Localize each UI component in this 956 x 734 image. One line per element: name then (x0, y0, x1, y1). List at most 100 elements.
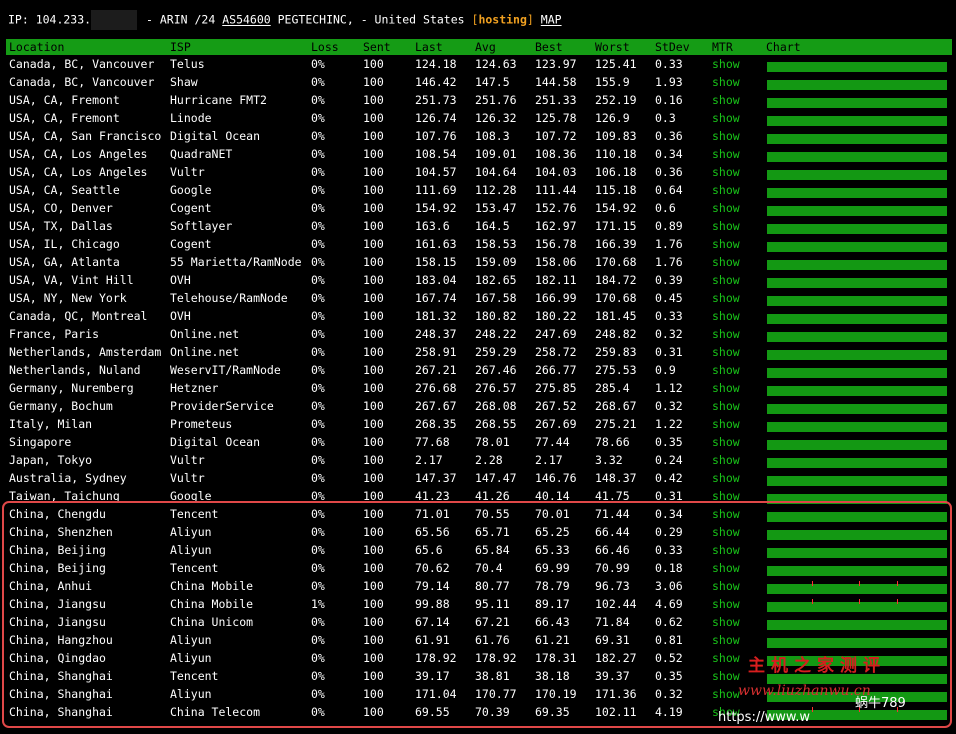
latency-chart-bar (767, 98, 947, 108)
latency-chart-bar (767, 581, 947, 594)
latency-chart-bar (767, 62, 947, 72)
row-isp: China Telecom (170, 705, 261, 719)
chart-spike-mark (897, 581, 898, 586)
row-sent: 100 (363, 615, 384, 629)
show-mtr-link[interactable]: show (712, 541, 740, 559)
show-mtr-link[interactable]: show (712, 613, 740, 631)
show-mtr-link[interactable]: show (712, 523, 740, 541)
row-stdev: 0.81 (655, 633, 683, 647)
row-best: 89.17 (535, 597, 570, 611)
show-mtr-link[interactable]: show (712, 235, 740, 253)
show-mtr-link[interactable]: show (712, 199, 740, 217)
show-mtr-link[interactable]: show (712, 307, 740, 325)
show-mtr-link[interactable]: show (712, 91, 740, 109)
row-last: 276.68 (415, 381, 457, 395)
show-mtr-link[interactable]: show (712, 325, 740, 343)
show-mtr-link[interactable]: show (712, 631, 740, 649)
show-mtr-link[interactable]: show (712, 487, 740, 505)
show-mtr-link[interactable]: show (712, 73, 740, 91)
row-isp: ProviderService (170, 399, 274, 413)
show-mtr-link[interactable]: show (712, 361, 740, 379)
table-row: USA, CA, Fremont Linode 0% 100 126.74 126.32 1… (6, 109, 952, 127)
table-row: France, Paris Online.net 0% 100 248.37 248.22… (6, 325, 952, 343)
latency-chart-bar (767, 599, 947, 612)
row-sent: 100 (363, 363, 384, 377)
row-isp: Shaw (170, 75, 198, 89)
watermark-https: https://www.w (718, 710, 811, 725)
row-stdev: 0.42 (655, 471, 683, 485)
latency-chart-bar (767, 386, 947, 396)
table-row: Netherlands, Amsterdam Online.net 0% 100 258… (6, 343, 952, 361)
row-best: 182.11 (535, 273, 577, 287)
show-mtr-link[interactable]: show (712, 181, 740, 199)
row-loss: 0% (311, 309, 325, 323)
col-best: Best (535, 40, 563, 54)
show-mtr-link[interactable]: show (712, 415, 740, 433)
row-sent: 100 (363, 687, 384, 701)
show-mtr-link[interactable]: show (712, 685, 740, 703)
chart-spike-mark (859, 581, 860, 586)
row-isp: Telus (170, 57, 205, 71)
table-row: China, Jiangsu China Unicom 0% 100 67.14 67.2… (6, 613, 952, 631)
show-mtr-link[interactable]: show (712, 379, 740, 397)
row-sent: 100 (363, 345, 384, 359)
show-mtr-link[interactable]: show (712, 451, 740, 469)
row-avg: 267.46 (475, 363, 517, 377)
table-row: China, Anhui China Mobile 0% 100 79.14 80.77 7… (6, 577, 952, 595)
show-mtr-link[interactable]: show (712, 55, 740, 73)
latency-chart-bar (767, 224, 947, 234)
row-stdev: 0.52 (655, 651, 683, 665)
show-mtr-link[interactable]: show (712, 217, 740, 235)
row-isp: Tencent (170, 507, 219, 521)
show-mtr-link[interactable]: show (712, 127, 740, 145)
row-best: 108.36 (535, 147, 577, 161)
show-mtr-link[interactable]: show (712, 433, 740, 451)
row-loss: 0% (311, 57, 325, 71)
row-location: Germany, Nuremberg (9, 381, 134, 395)
show-mtr-link[interactable]: show (712, 505, 740, 523)
row-sent: 100 (363, 327, 384, 341)
show-mtr-link[interactable]: show (712, 595, 740, 613)
map-link[interactable]: MAP (541, 13, 562, 27)
row-stdev: 0.36 (655, 129, 683, 143)
row-best: 111.44 (535, 183, 577, 197)
row-loss: 0% (311, 705, 325, 719)
row-worst: 184.72 (595, 273, 637, 287)
row-avg: 104.64 (475, 165, 517, 179)
show-mtr-link[interactable]: show (712, 253, 740, 271)
row-sent: 100 (363, 633, 384, 647)
asn-link[interactable]: AS54600 (222, 13, 270, 27)
row-last: 67.14 (415, 615, 450, 629)
show-mtr-link[interactable]: show (712, 145, 740, 163)
row-loss: 0% (311, 219, 325, 233)
show-mtr-link[interactable]: show (712, 667, 740, 685)
show-mtr-link[interactable]: show (712, 109, 740, 127)
show-mtr-link[interactable]: show (712, 559, 740, 577)
row-worst: 268.67 (595, 399, 637, 413)
row-avg: 178.92 (475, 651, 517, 665)
row-loss: 0% (311, 345, 325, 359)
show-mtr-link[interactable]: show (712, 397, 740, 415)
row-sent: 100 (363, 273, 384, 287)
show-mtr-link[interactable]: show (712, 469, 740, 487)
row-last: 248.37 (415, 327, 457, 341)
row-isp: Google (170, 183, 212, 197)
show-mtr-link[interactable]: show (712, 289, 740, 307)
row-last: 267.21 (415, 363, 457, 377)
row-best: 123.97 (535, 57, 577, 71)
row-isp: Telehouse/RamNode (170, 291, 288, 305)
row-stdev: 0.3 (655, 111, 676, 125)
show-mtr-link[interactable]: show (712, 577, 740, 595)
row-sent: 100 (363, 309, 384, 323)
row-best: 70.01 (535, 507, 570, 521)
row-location: USA, CA, Fremont (9, 111, 120, 125)
row-avg: 268.08 (475, 399, 517, 413)
show-mtr-link[interactable]: show (712, 271, 740, 289)
show-mtr-link[interactable]: show (712, 649, 740, 667)
row-worst: 78.66 (595, 435, 630, 449)
row-location: China, Shenzhen (9, 525, 113, 539)
row-best: 77.44 (535, 435, 570, 449)
row-worst: 275.53 (595, 363, 637, 377)
show-mtr-link[interactable]: show (712, 343, 740, 361)
show-mtr-link[interactable]: show (712, 163, 740, 181)
